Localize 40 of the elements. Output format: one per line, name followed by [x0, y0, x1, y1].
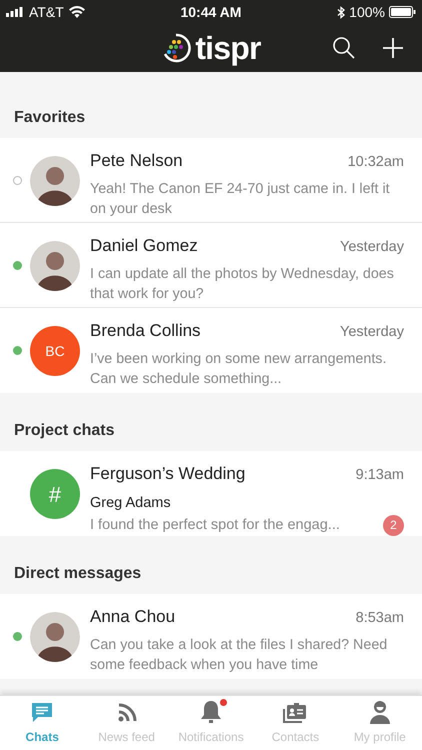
id-cards-icon [282, 701, 308, 725]
message-preview: I found the perfect spot for the engag... [90, 516, 340, 534]
chat-row[interactable]: # Ferguson’s Wedding 9:13am Greg Adams I found the perfect spot for the engag... 2 [0, 451, 422, 536]
unread-badge: 2 [383, 514, 404, 536]
logo-icon [161, 33, 192, 63]
chat-row[interactable]: Pete Nelson 10:32am Yeah! The Canon EF 24-70 just came in. I left it on your desk [0, 138, 422, 223]
signal-icon [6, 7, 24, 17]
wifi-icon [68, 6, 85, 18]
message-time: 10:32am [348, 153, 404, 172]
message-preview: I can update all the photos by Wednesday, does that work for you? [90, 264, 395, 304]
section-heading: Project chats [14, 421, 114, 441]
channel-avatar: # [30, 469, 80, 519]
sender-name: Greg Adams [90, 494, 172, 513]
contact-name: Pete Nelson [90, 150, 183, 172]
chat-row[interactable]: BC Brenda Collins Yesterday I’ve been working on some new arrangements. Can we schedule something... [0, 308, 422, 393]
battery-percent: 100% [349, 2, 385, 22]
message-time: Yesterday [340, 323, 404, 342]
clock-time: 10:44 AM [180, 2, 242, 22]
section-heading: Favorites [14, 108, 86, 128]
bell-icon [199, 699, 224, 725]
chat-row[interactable]: Daniel Gomez Yesterday I can update all the photos by Wednesday, does that work for you? [0, 223, 422, 308]
contact-name: Anna Chou [90, 606, 176, 628]
person-icon [368, 699, 392, 725]
message-time: 8:53am [356, 609, 404, 628]
chat-row[interactable]: Anna Chou 8:53am Can you take a look at the files I shared? Need some feedback when you have time [0, 594, 422, 679]
initials-avatar: BC [30, 326, 80, 376]
battery-icon [388, 6, 416, 18]
chat-bubble-icon [30, 701, 54, 725]
contact-name: Ferguson’s Wedding [90, 463, 246, 485]
message-time: 9:13am [356, 466, 404, 485]
message-preview: Yeah! The Canon EF 24-70 just came in. I left it on your desk [90, 180, 391, 219]
contact-name: Brenda Collins [90, 320, 201, 342]
app-logo-text: tispr [195, 32, 261, 64]
message-time: Yesterday [340, 238, 404, 257]
message-preview: I’ve been working on some new arrangements. Can we schedule something... [90, 350, 388, 389]
bluetooth-icon [337, 6, 346, 18]
carrier-name: AT&T [29, 2, 64, 22]
section-heading: Direct messages [14, 564, 142, 584]
contact-name: Daniel Gomez [90, 235, 198, 257]
message-preview: Can you take a look at the files I shared? Need some feedback when you have time [90, 636, 388, 675]
